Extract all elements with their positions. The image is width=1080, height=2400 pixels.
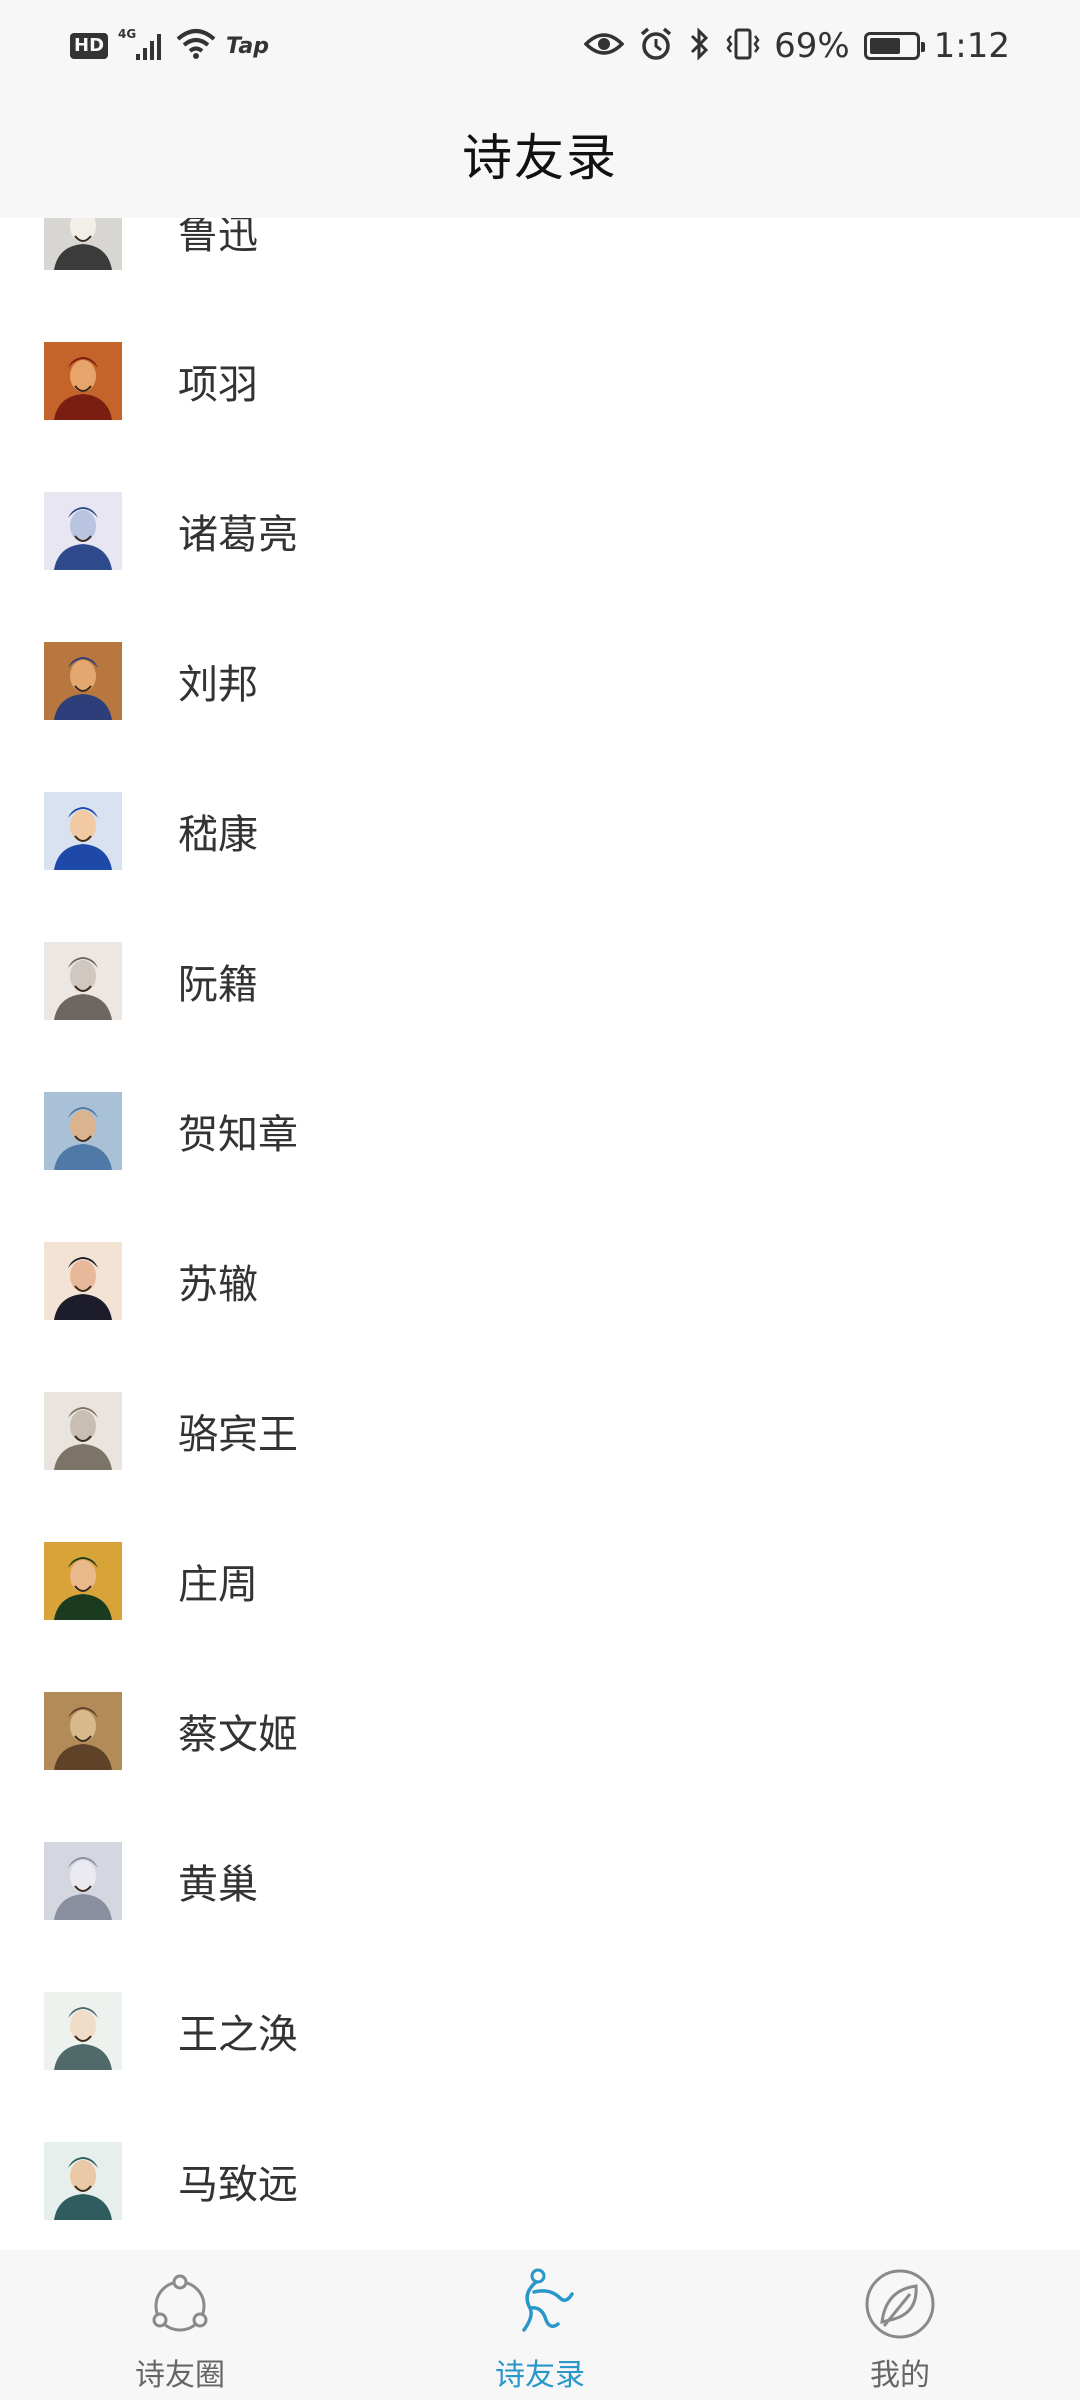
- portrait-caiwenji-icon: [44, 1692, 122, 1770]
- contact-row[interactable]: 蔡文姬: [0, 1656, 1080, 1806]
- contact-row[interactable]: 刘邦: [0, 606, 1080, 756]
- portrait-jikang-icon: [44, 792, 122, 870]
- contact-name: 苏辙: [178, 1262, 258, 1308]
- portrait-liubang-icon: [44, 642, 122, 720]
- nav-label: 我的: [870, 2358, 930, 2393]
- title-bar: 诗友录: [0, 90, 1080, 218]
- contact-row[interactable]: 骆宾王: [0, 1356, 1080, 1506]
- nav-item-circle[interactable]: 诗友圈: [0, 2250, 360, 2400]
- leaf-circle-icon: [860, 2264, 940, 2344]
- contact-list[interactable]: 鲁迅项羽诸葛亮刘邦嵇康阮籍贺知章苏辙骆宾王庄周蔡文姬黄巢王之涣马致远: [0, 218, 1080, 2250]
- network-type: 4G: [118, 27, 136, 41]
- portrait-wangzhihuan-icon: [44, 1992, 122, 2070]
- portrait-ruanji-icon: [44, 942, 122, 1020]
- circle-dots-icon: [140, 2264, 220, 2344]
- portrait-hezhizhang-icon: [44, 1092, 122, 1170]
- nav-label: 诗友圈: [135, 2358, 225, 2393]
- contact-name: 鲁迅: [178, 218, 258, 258]
- contact-name: 蔡文姬: [178, 1712, 298, 1758]
- contact-row[interactable]: 黄巢: [0, 1806, 1080, 1956]
- avatar: [44, 492, 122, 570]
- avatar: [44, 1242, 122, 1320]
- avatar: [44, 642, 122, 720]
- contact-row[interactable]: 庄周: [0, 1506, 1080, 1656]
- wifi-icon: [176, 27, 216, 65]
- bluetooth-icon: [688, 26, 712, 66]
- contact-name: 庄周: [178, 1562, 258, 1608]
- portrait-zhugeliang-icon: [44, 492, 122, 570]
- avatar: [44, 792, 122, 870]
- status-bar: HD 4G Tap 69% 1:12: [0, 0, 1080, 90]
- avatar: [44, 1092, 122, 1170]
- contact-name: 王之涣: [178, 2012, 298, 2058]
- contact-name: 贺知章: [178, 1112, 298, 1158]
- contact-list-inner: 鲁迅项羽诸葛亮刘邦嵇康阮籍贺知章苏辙骆宾王庄周蔡文姬黄巢王之涣马致远: [0, 218, 1080, 2250]
- clock: 1:12: [933, 26, 1010, 66]
- page-title: 诗友录: [462, 129, 618, 187]
- contact-name: 骆宾王: [178, 1412, 298, 1458]
- contact-row[interactable]: 鲁迅: [0, 218, 1080, 306]
- portrait-luxun-icon: [44, 218, 122, 270]
- status-left: HD 4G Tap: [70, 24, 269, 68]
- bottom-nav: 诗友圈 诗友录 我的: [0, 2250, 1080, 2400]
- portrait-xiangyu-icon: [44, 342, 122, 420]
- alarm-icon: [638, 26, 674, 66]
- contact-row[interactable]: 阮籍: [0, 906, 1080, 1056]
- contact-name: 阮籍: [178, 962, 258, 1008]
- portrait-huangchao-icon: [44, 1842, 122, 1920]
- status-right: 69% 1:12: [583, 24, 1010, 68]
- portrait-suzhe-icon: [44, 1242, 122, 1320]
- avatar: [44, 942, 122, 1020]
- contact-name: 项羽: [178, 362, 258, 408]
- vibrate-icon: [726, 26, 760, 66]
- avatar: [44, 1692, 122, 1770]
- avatar: [44, 1392, 122, 1470]
- contact-name: 黄巢: [178, 1862, 258, 1908]
- contact-row[interactable]: 项羽: [0, 306, 1080, 456]
- portrait-luobinwang-icon: [44, 1392, 122, 1470]
- contact-row[interactable]: 马致远: [0, 2106, 1080, 2250]
- contact-row[interactable]: 嵇康: [0, 756, 1080, 906]
- nav-item-contacts[interactable]: 诗友录: [360, 2250, 720, 2400]
- avatar: [44, 342, 122, 420]
- avatar: [44, 2142, 122, 2220]
- dancing-figure-icon: [500, 2264, 580, 2344]
- contact-name: 刘邦: [178, 662, 258, 708]
- contact-row[interactable]: 贺知章: [0, 1056, 1080, 1206]
- battery-percent: 69%: [774, 26, 850, 66]
- portrait-mazhiyuan-icon: [44, 2142, 122, 2220]
- hd-badge: HD: [70, 33, 109, 59]
- signal-icon: 4G: [118, 26, 166, 66]
- portrait-zhuangzhou-icon: [44, 1542, 122, 1620]
- avatar: [44, 1992, 122, 2070]
- battery-icon: [863, 32, 925, 60]
- contact-row[interactable]: 诸葛亮: [0, 456, 1080, 606]
- contact-row[interactable]: 苏辙: [0, 1206, 1080, 1356]
- avatar: [44, 1542, 122, 1620]
- eye-icon: [583, 29, 625, 63]
- contact-name: 诸葛亮: [178, 512, 298, 558]
- avatar: [44, 218, 122, 270]
- contact-row[interactable]: 王之涣: [0, 1956, 1080, 2106]
- avatar: [44, 1842, 122, 1920]
- nav-item-me[interactable]: 我的: [720, 2250, 1080, 2400]
- nav-label: 诗友录: [495, 2358, 585, 2393]
- contact-name: 马致远: [178, 2162, 298, 2208]
- contact-name: 嵇康: [178, 812, 258, 858]
- wifi-label: Tap: [226, 33, 270, 59]
